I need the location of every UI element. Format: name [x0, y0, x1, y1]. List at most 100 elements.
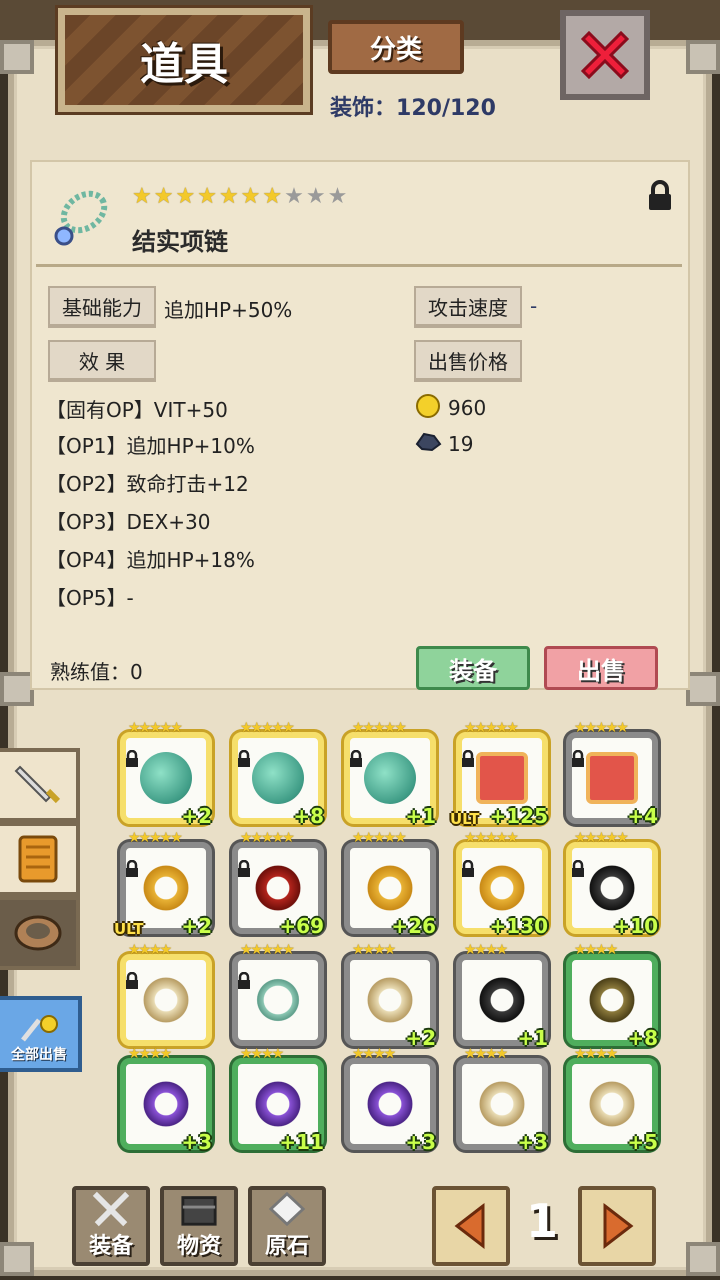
enhance-level: +69: [279, 914, 324, 938]
tab-armor[interactable]: [0, 822, 80, 896]
ring-purple-icon: [364, 1078, 416, 1130]
door-icon: [586, 752, 638, 804]
tab-materials[interactable]: 物资: [160, 1186, 238, 1266]
enhance-level: +125: [489, 804, 548, 828]
item-slot[interactable]: ★★★★: [120, 942, 212, 1046]
orb-icon: [364, 752, 416, 804]
ring-icon: [14, 915, 62, 951]
slot-stars: ★★★★: [352, 1046, 396, 1062]
chest-icon: [181, 1196, 217, 1226]
tab-weapon[interactable]: [0, 748, 80, 822]
slot-stars: ★★★★: [128, 942, 172, 958]
tab-ores[interactable]: 原石: [248, 1186, 326, 1266]
panel-corner: [686, 40, 720, 74]
close-button[interactable]: [560, 10, 650, 100]
sell-all-button[interactable]: 全部出售: [0, 996, 82, 1072]
decor-label: 装饰：: [330, 96, 397, 121]
enhance-level: +4: [627, 804, 658, 828]
necklace-icon: [54, 190, 108, 246]
item-slot[interactable]: ★★★★★ +2 ULT: [114, 830, 212, 938]
gem-icon: [268, 1191, 306, 1227]
lock-icon: [238, 860, 250, 877]
ult-badge: ULT: [114, 920, 144, 938]
item-slot[interactable]: ★★★★ +8: [566, 942, 658, 1050]
mastery: 熟练值：0: [50, 656, 143, 685]
item-slot[interactable]: ★★★★★ +4: [566, 720, 658, 828]
tab-equipment[interactable]: 装备: [72, 1186, 150, 1266]
ring-olive-icon: [586, 974, 638, 1026]
next-page-button[interactable]: [578, 1186, 656, 1266]
slot-stars: ★★★★★: [128, 720, 183, 736]
crossed-swords-icon: [92, 1191, 130, 1227]
item-slot[interactable]: ★★★★★ +125 ULT: [450, 720, 548, 828]
category-button[interactable]: 分类: [328, 20, 464, 74]
item-slot[interactable]: ★★★★★ +1: [344, 720, 436, 828]
lock-icon: [462, 750, 474, 767]
panel-corner: [0, 1242, 34, 1276]
rarity-star: ★: [197, 184, 217, 209]
option-line: 【OP4】追加HP+18%: [46, 548, 255, 572]
neck-icon: [252, 974, 304, 1026]
option-line: 【OP1】追加HP+10%: [46, 434, 255, 458]
item-slot[interactable]: ★★★★★ +10: [566, 830, 658, 938]
lock-icon[interactable]: [646, 180, 674, 212]
option-line: 【OP2】致命打击+12: [46, 472, 249, 496]
sell-button[interactable]: 出售: [544, 646, 658, 690]
lock-icon: [126, 750, 138, 767]
item-slot[interactable]: ★★★★★ +8: [232, 720, 324, 828]
sell-all-label: 全部出售: [11, 1047, 67, 1063]
slot-stars: ★★★★: [464, 1046, 508, 1062]
enhance-level: +1: [517, 1026, 548, 1050]
item-slot[interactable]: ★★★★ +3: [344, 1046, 436, 1154]
panel-corner: [686, 672, 720, 706]
item-slot[interactable]: ★★★★ +11: [232, 1046, 324, 1154]
page-title-plaque: 道具: [58, 8, 310, 112]
slot-stars: ★★★★: [128, 1046, 172, 1062]
ring-gold-icon: [476, 862, 528, 914]
ring-purple-icon: [140, 1078, 192, 1130]
ore-icon: [415, 432, 442, 452]
item-slot[interactable]: ★★★★★ +26: [344, 830, 436, 938]
effect-label: 效 果: [48, 340, 156, 382]
enhance-level: +3: [181, 1130, 212, 1154]
slot-stars: ★★★★: [574, 1046, 618, 1062]
tab-accessory[interactable]: [0, 896, 80, 970]
option-line: 【OP5】-: [46, 586, 134, 610]
panel-corner: [686, 1242, 720, 1276]
lock-icon: [462, 860, 474, 877]
enhance-level: +1: [405, 804, 436, 828]
slot-stars: ★★★★★: [128, 830, 183, 846]
orb-icon: [140, 752, 192, 804]
divider: [36, 264, 682, 267]
ring-cream-icon: [586, 1078, 638, 1130]
item-slot[interactable]: ★★★★ +2: [344, 942, 436, 1050]
tab-materials-label: 物资: [176, 1234, 221, 1259]
equip-button[interactable]: 装备: [416, 646, 530, 690]
slot-stars: ★★★★★: [464, 720, 519, 736]
item-slot[interactable]: ★★★★★: [232, 942, 324, 1046]
sword-icon: [14, 765, 61, 804]
sell-price-label: 出售价格: [414, 340, 522, 382]
sell-gold-value: 960: [448, 396, 487, 420]
item-slot[interactable]: ★★★★ +5: [566, 1046, 658, 1154]
item-slot[interactable]: ★★★★ +3: [120, 1046, 212, 1154]
panel-corner: [0, 672, 34, 706]
ring-black-icon: [476, 974, 528, 1026]
ring-black-icon: [586, 862, 638, 914]
ring-purple-icon: [252, 1078, 304, 1130]
item-slot[interactable]: ★★★★ +1: [456, 942, 548, 1050]
slot-stars: ★★★★★: [240, 830, 295, 846]
prev-page-button[interactable]: [432, 1186, 510, 1266]
option-line: 【OP3】DEX+30: [46, 510, 211, 534]
item-slot[interactable]: ★★★★★ +2: [120, 720, 212, 828]
item-slot[interactable]: ★★★★ +3: [456, 1046, 548, 1154]
slot-stars: ★★★★★: [464, 830, 519, 846]
enhance-level: +2: [405, 1026, 436, 1050]
item-slot[interactable]: ★★★★★ +130: [456, 830, 548, 938]
base-ability-value: 追加HP+50%: [164, 298, 293, 322]
item-rarity-stars: ★ ★ ★ ★ ★ ★ ★ ★ ★ ★: [132, 186, 347, 208]
item-slot[interactable]: ★★★★★ +69: [232, 830, 324, 938]
slot-stars: ★★★★★: [240, 942, 295, 958]
rarity-star: ★: [132, 184, 152, 209]
lock-icon: [572, 750, 584, 767]
